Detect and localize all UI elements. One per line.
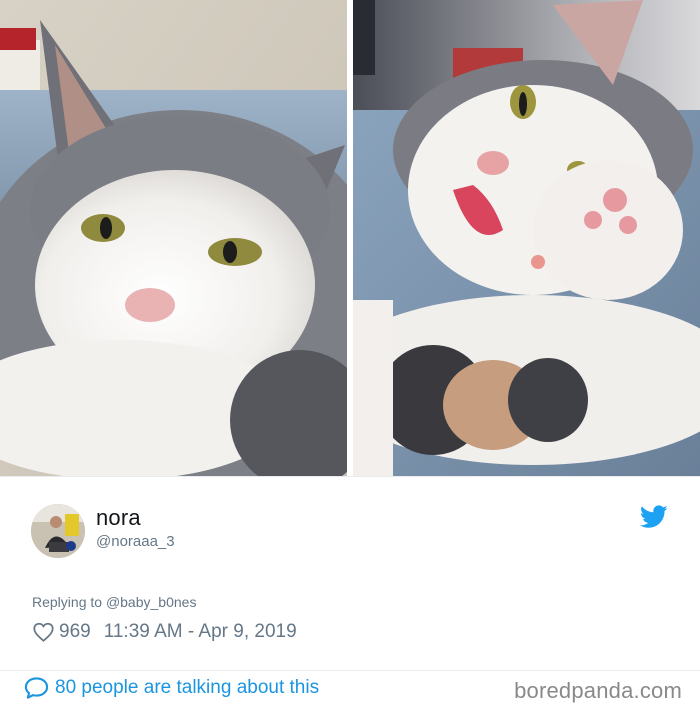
avatar-image xyxy=(31,504,85,558)
tweet-timestamp[interactable]: 11:39 AM - Apr 9, 2019 xyxy=(104,621,297,643)
user-handle[interactable]: @noraaa_3 xyxy=(96,533,175,550)
avatar[interactable] xyxy=(31,504,85,558)
replying-prefix: Replying to xyxy=(32,594,103,610)
reply-user-link[interactable]: @baby_b0nes xyxy=(106,594,197,610)
cat-photo-left-image xyxy=(0,0,347,476)
like-count[interactable]: 969 xyxy=(59,621,91,643)
replying-to: Replying to @baby_b0nes xyxy=(32,594,196,610)
heart-icon[interactable] xyxy=(33,622,54,642)
cat-photo-right-image xyxy=(353,0,700,476)
cat-photo-right[interactable] xyxy=(353,0,700,476)
display-name[interactable]: nora xyxy=(96,505,141,531)
speech-bubble-icon xyxy=(24,677,49,699)
tweet-footer: 80 people are talking about this boredpa… xyxy=(0,670,700,719)
tweet-card: nora @noraaa_3 Replying to @baby_b0nes 9… xyxy=(0,476,700,719)
brand-watermark: boredpanda.com xyxy=(514,678,682,703)
conversation-label: 80 people are talking about this xyxy=(55,677,320,698)
tweet-photos xyxy=(0,0,700,476)
tweet-meta: 969 11:39 AM - Apr 9, 2019 xyxy=(33,619,297,645)
cat-photo-left[interactable] xyxy=(0,0,347,476)
twitter-bird-icon[interactable] xyxy=(640,505,668,529)
conversation-link[interactable]: 80 people are talking about this xyxy=(24,676,319,700)
